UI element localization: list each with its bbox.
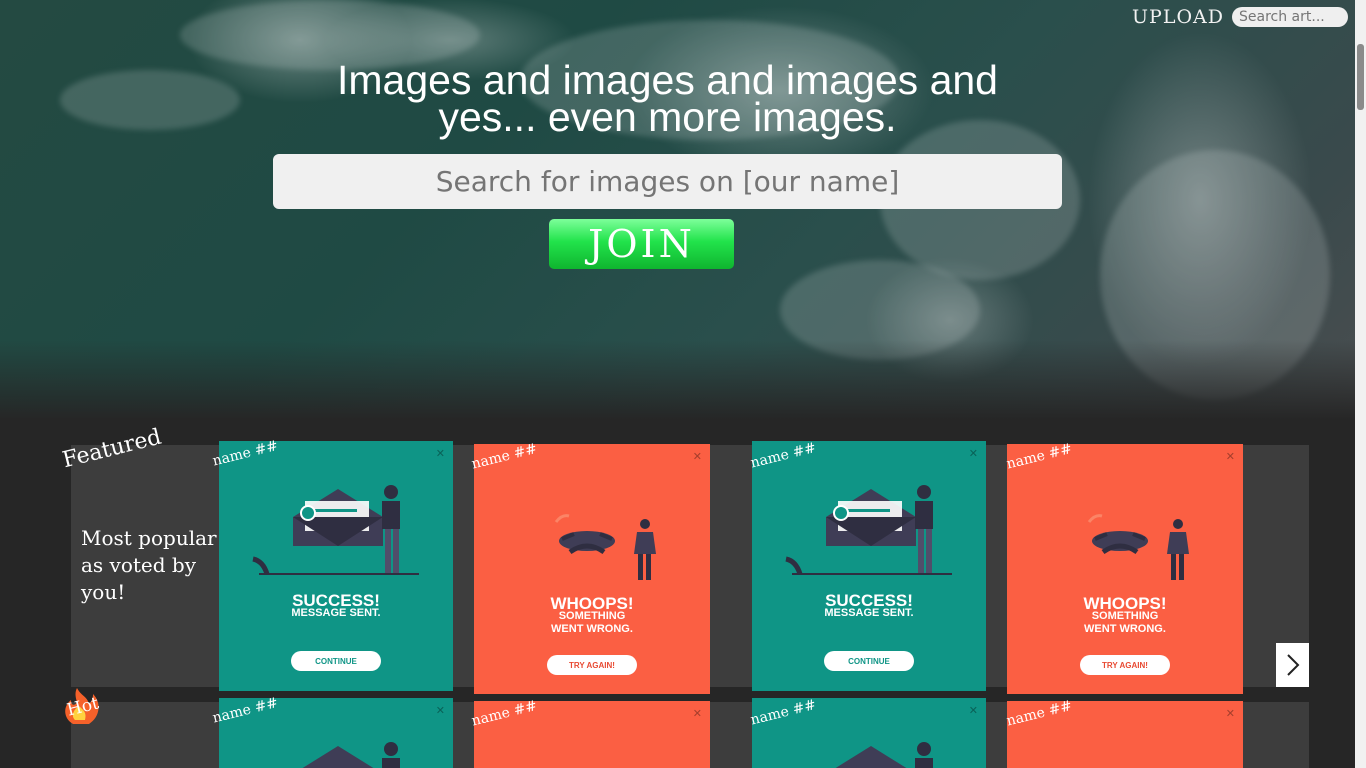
sad-face-illustration [554, 514, 656, 580]
upload-link[interactable]: UPLOAD [1132, 6, 1224, 28]
try-again-button[interactable]: TRY AGAIN! [1080, 655, 1170, 675]
card-subtitle: MESSAGE SENT. [291, 607, 381, 619]
continue-button[interactable]: CONTINUE [824, 651, 914, 671]
image-card[interactable]: ✕ WHOOPS! SOMETHING WENT WRONG. TRY AGAI… [1007, 444, 1243, 694]
close-icon: ✕ [968, 447, 978, 460]
envelope-illustration [252, 485, 419, 575]
card-subtitle-line-2: WENT WRONG. [551, 623, 633, 635]
top-search-input[interactable] [1232, 7, 1348, 27]
image-card[interactable]: ✕ WHOOPS! SOMETHING WENT WRONG. TRY AGAI… [474, 444, 710, 694]
close-icon: ✕ [692, 707, 702, 720]
close-icon: ✕ [968, 704, 978, 717]
card-subtitle-line-2: WENT WRONG. [1084, 623, 1166, 635]
card-subtitle-line-1: SOMETHING [1091, 610, 1159, 622]
card-subtitle: SOMETHING WENT WRONG. [1007, 610, 1243, 636]
image-card[interactable]: ✕ SUCCESS! MESSAGE SENT. CONTINUE [219, 441, 453, 691]
card-subtitle: SOMETHING WENT WRONG. [474, 610, 710, 636]
sad-face-illustration [1087, 514, 1189, 580]
scrollbar[interactable] [1355, 0, 1366, 768]
close-icon: ✕ [692, 450, 702, 463]
close-icon: ✕ [435, 704, 445, 717]
hero-headline: Images and images and images and yes... … [300, 60, 1035, 140]
join-button[interactable]: JOIN [549, 219, 734, 269]
headline-line-2: yes... even more images. [438, 94, 897, 140]
continue-button[interactable]: CONTINUE [291, 651, 381, 671]
main-search-input[interactable] [273, 154, 1062, 209]
card-subtitle-line-1: SOMETHING [558, 610, 626, 622]
close-icon: ✕ [435, 447, 445, 460]
chevron-right-icon [1287, 654, 1300, 676]
top-nav: UPLOAD [1132, 6, 1348, 28]
image-card[interactable]: ✕ SUCCESS! MESSAGE SENT. CONTINUE [752, 441, 986, 691]
scrollbar-thumb[interactable] [1357, 44, 1364, 110]
next-arrow-button[interactable] [1276, 643, 1309, 687]
close-icon: ✕ [1225, 450, 1235, 463]
featured-tagline: Most popular as voted by you! [81, 526, 217, 604]
card-subtitle: MESSAGE SENT. [824, 607, 914, 619]
try-again-button[interactable]: TRY AGAIN! [547, 655, 637, 675]
close-icon: ✕ [1225, 707, 1235, 720]
